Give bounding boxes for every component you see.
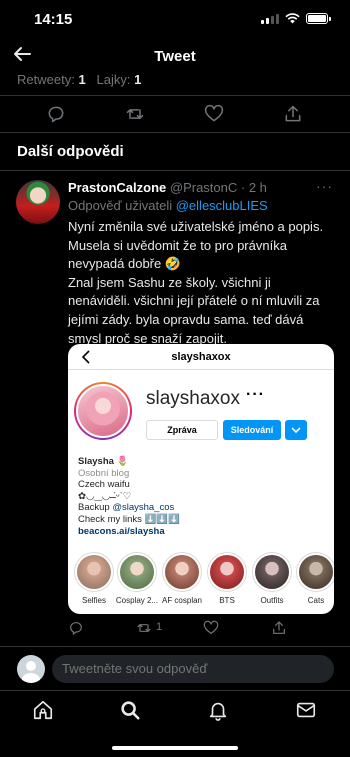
- ig-highlights: Selfies Cosplay 2... AF cosplan BTS Outf…: [72, 552, 334, 612]
- compose-bar: [0, 646, 350, 690]
- reply-tweet[interactable]: PrastonCalzone @PrastonC · 2 h ··· Odpov…: [0, 172, 350, 646]
- bottom-tab-bar: [0, 690, 350, 757]
- ig-highlight: Outfits: [250, 552, 294, 605]
- ig-username: slayshaxox: [146, 388, 240, 409]
- ig-bio-url: beacons.ai/slaysha: [78, 525, 165, 537]
- reply-actions: 1: [0, 620, 350, 640]
- tweet-time: · 2 h: [240, 180, 267, 195]
- author-line: PrastonCalzone @PrastonC · 2 h: [68, 180, 267, 195]
- tweet-actions: [0, 104, 350, 128]
- tweet-text: Nyní změnila své uživatelské jméno a pop…: [68, 219, 324, 346]
- divider: [0, 132, 350, 133]
- retweet-icon[interactable]: [136, 620, 152, 636]
- reply-input[interactable]: [52, 655, 334, 683]
- page-title: Tweet: [154, 48, 196, 65]
- status-time: 14:15: [34, 11, 73, 28]
- retweets-label[interactable]: Retweety:: [17, 72, 75, 87]
- bell-icon[interactable]: [207, 699, 229, 721]
- reply-icon[interactable]: [68, 620, 84, 636]
- search-icon[interactable]: [119, 699, 141, 721]
- retweet-icon[interactable]: [125, 104, 145, 124]
- chevron-down-icon: [291, 427, 301, 434]
- mail-icon[interactable]: [295, 699, 317, 721]
- ig-top-bar: slayshaxox: [68, 344, 334, 370]
- avatar[interactable]: [16, 180, 60, 224]
- ig-highlight: Selfies: [72, 552, 116, 605]
- divider: [0, 95, 350, 96]
- ig-highlight: Cats: [294, 552, 334, 605]
- section-title: Další odpovědi: [17, 143, 124, 160]
- tweet-header: Tweet: [0, 40, 350, 72]
- ig-highlight: Cosplay 2...: [115, 552, 159, 605]
- tweet-stats: Retweety: 1 Lajky: 1: [17, 72, 141, 87]
- reply-to-label: Odpověď uživateli: [68, 198, 173, 213]
- wifi-icon: [285, 13, 300, 24]
- more-options-icon[interactable]: ···: [316, 178, 333, 194]
- ig-bio-name: Slaysha 🌷: [78, 456, 129, 467]
- reply-to-handle[interactable]: @ellesclubLIES: [176, 198, 268, 213]
- embedded-image[interactable]: slayshaxox slayshaxox ··· Zpráva Sledová…: [68, 344, 334, 614]
- likes-count[interactable]: 1: [134, 72, 141, 87]
- cellular-signal-icon: [261, 13, 279, 24]
- avatar[interactable]: [17, 655, 45, 683]
- author-handle[interactable]: @PrastonC: [170, 180, 237, 195]
- home-icon[interactable]: [32, 699, 54, 721]
- ig-bio-line: ✿◡‿◡ ̶̶̶̶̶̶ˊᵕˋ♡: [78, 490, 132, 502]
- retweets-count[interactable]: 1: [78, 72, 85, 87]
- status-icons: [261, 13, 331, 24]
- ig-highlight: AF cosplan: [160, 552, 204, 605]
- heart-icon[interactable]: [203, 620, 219, 636]
- ig-bio-line: Check my links ⬇️⬇️⬇️: [78, 513, 180, 525]
- heart-icon[interactable]: [204, 104, 224, 124]
- divider: [0, 170, 350, 171]
- ig-bio-backup: Backup @slaysha_cos: [78, 502, 175, 514]
- ig-avatar: [74, 382, 132, 440]
- likes-label[interactable]: Lajky:: [97, 72, 131, 87]
- reply-icon[interactable]: [46, 104, 66, 124]
- ig-following-button: Sledování: [223, 420, 281, 440]
- ig-top-username: slayshaxox: [171, 351, 231, 363]
- home-indicator[interactable]: [112, 746, 238, 750]
- ig-more-icon: ···: [246, 386, 265, 403]
- battery-icon: [306, 13, 331, 24]
- ig-highlight: BTS: [205, 552, 249, 605]
- ig-message-button: Zpráva: [146, 420, 218, 440]
- share-icon[interactable]: [271, 620, 287, 636]
- share-icon[interactable]: [283, 104, 303, 124]
- author-name[interactable]: PrastonCalzone: [68, 180, 166, 195]
- status-bar: 14:15: [0, 0, 350, 40]
- ig-bio: Slaysha 🌷 Osobní blog Czech waifu ✿◡‿◡ ̶…: [78, 456, 318, 537]
- ig-dropdown-button: [285, 420, 307, 440]
- ig-bio-category: Osobní blog: [78, 467, 130, 479]
- reply-to: Odpověď uživateli @ellesclubLIES: [68, 198, 268, 213]
- retweet-count: 1: [156, 621, 163, 633]
- ig-bio-line: Czech waifu: [78, 479, 130, 491]
